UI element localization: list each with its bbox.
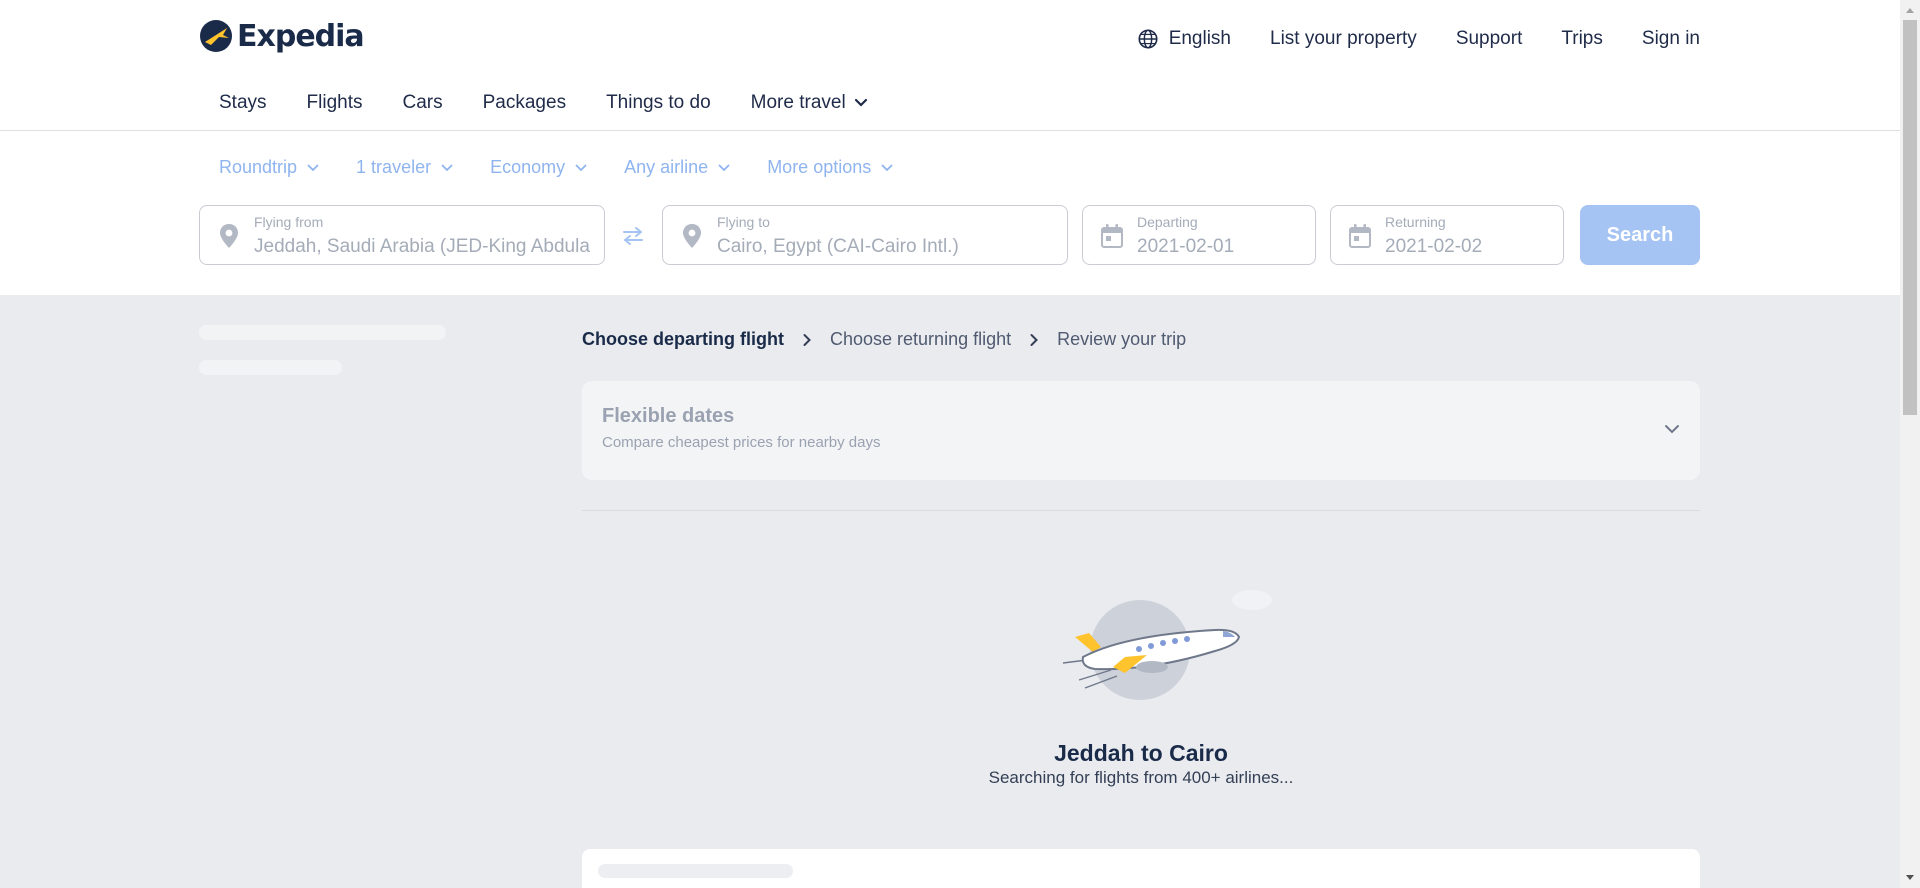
more-options-label: More options bbox=[767, 157, 872, 177]
flying-to-label: Flying to bbox=[717, 214, 770, 230]
site-header: Expedia English List your property Suppo… bbox=[0, 0, 1900, 131]
booking-steps-breadcrumb: Choose departing flight Choose returning… bbox=[582, 329, 1186, 350]
flying-from-field[interactable]: Flying from Jeddah, Saudi Arabia (JED-Ki… bbox=[199, 205, 605, 265]
trip-type-label: Roundtrip bbox=[219, 157, 298, 177]
chevron-right-icon bbox=[1030, 333, 1039, 346]
returning-date-field[interactable]: Returning 2021-02-02 bbox=[1330, 205, 1564, 265]
departing-date-field[interactable]: Departing 2021-02-01 bbox=[1082, 205, 1316, 265]
breadcrumb-step-review: Review your trip bbox=[1057, 329, 1187, 349]
chevron-down-icon bbox=[575, 164, 587, 171]
result-card-skeleton bbox=[582, 849, 1700, 888]
trip-type-dropdown[interactable]: Roundtrip bbox=[219, 157, 319, 178]
more-options-dropdown[interactable]: More options bbox=[767, 157, 893, 178]
airplane-illustration bbox=[1062, 590, 1272, 700]
flying-from-label: Flying from bbox=[254, 214, 324, 230]
skeleton-line bbox=[598, 864, 793, 878]
nav-packages[interactable]: Packages bbox=[483, 92, 566, 114]
main-nav: Stays Flights Cars Packages Things to do… bbox=[219, 92, 868, 114]
top-links: English List your property Support Trips… bbox=[1137, 28, 1700, 50]
swap-arrows-icon[interactable] bbox=[621, 227, 645, 245]
chevron-down-icon bbox=[718, 164, 730, 171]
airline-dropdown[interactable]: Any airline bbox=[624, 157, 730, 178]
flexible-dates-title: Flexible dates bbox=[602, 405, 735, 427]
globe-icon bbox=[1138, 29, 1158, 49]
expedia-logo-icon bbox=[200, 20, 232, 52]
chevron-down-icon bbox=[307, 164, 319, 171]
scroll-up-arrow-icon[interactable] bbox=[1905, 6, 1915, 14]
cabin-class-dropdown[interactable]: Economy bbox=[490, 157, 587, 178]
support-link[interactable]: Support bbox=[1456, 28, 1523, 50]
chevron-right-icon bbox=[803, 333, 811, 346]
travelers-label: 1 traveler bbox=[356, 157, 432, 177]
flying-to-field[interactable]: Flying to Cairo, Egypt (CAI-Cairo Intl.) bbox=[662, 205, 1068, 265]
flexible-dates-subtitle: Compare cheapest prices for nearby days bbox=[602, 434, 881, 451]
calendar-icon bbox=[1101, 224, 1123, 248]
route-title: Jeddah to Cairo bbox=[1054, 740, 1228, 766]
chevron-down-icon bbox=[881, 164, 893, 171]
nav-flights[interactable]: Flights bbox=[307, 92, 363, 114]
logo-text: Expedia bbox=[237, 18, 365, 54]
nav-things-to-do[interactable]: Things to do bbox=[606, 92, 711, 114]
sidebar-skeleton-line bbox=[199, 360, 342, 375]
calendar-icon bbox=[1349, 224, 1371, 248]
searching-message: Searching for flights from 400+ airlines… bbox=[988, 768, 1294, 787]
list-property-link[interactable]: List your property bbox=[1270, 28, 1417, 50]
trips-link[interactable]: Trips bbox=[1561, 28, 1603, 50]
scroll-down-arrow-icon[interactable] bbox=[1905, 874, 1915, 882]
flight-search-panel: Roundtrip 1 traveler Economy Any airline… bbox=[0, 131, 1900, 295]
breadcrumb-step-departing: Choose departing flight bbox=[582, 329, 784, 349]
nav-stays[interactable]: Stays bbox=[219, 92, 267, 114]
scrollbar-thumb[interactable] bbox=[1903, 20, 1917, 415]
map-pin-icon bbox=[220, 224, 238, 248]
travelers-dropdown[interactable]: 1 traveler bbox=[356, 157, 453, 178]
expedia-logo[interactable]: Expedia bbox=[199, 18, 365, 54]
chevron-down-icon[interactable] bbox=[1664, 424, 1680, 434]
breadcrumb-step-returning: Choose returning flight bbox=[830, 329, 1012, 349]
chevron-down-icon bbox=[441, 164, 453, 171]
search-filters: Roundtrip 1 traveler Economy Any airline… bbox=[219, 157, 893, 178]
section-divider bbox=[582, 510, 1700, 511]
language-selector[interactable]: English bbox=[1137, 28, 1231, 50]
map-pin-icon bbox=[683, 224, 701, 248]
flexible-dates-card[interactable]: Flexible dates Compare cheapest prices f… bbox=[582, 381, 1700, 480]
sign-in-link[interactable]: Sign in bbox=[1642, 28, 1700, 50]
cabin-class-label: Economy bbox=[490, 157, 566, 177]
departing-label: Departing bbox=[1137, 214, 1198, 230]
sidebar-skeleton-line bbox=[199, 325, 446, 340]
page-scrollbar[interactable] bbox=[1900, 0, 1920, 888]
nav-more-travel[interactable]: More travel bbox=[751, 92, 868, 114]
airline-label: Any airline bbox=[624, 157, 709, 177]
returning-label: Returning bbox=[1385, 214, 1446, 230]
nav-cars[interactable]: Cars bbox=[403, 92, 443, 114]
departing-value: 2021-02-01 bbox=[1137, 236, 1235, 257]
chevron-down-icon bbox=[854, 98, 867, 107]
flying-to-value: Cairo, Egypt (CAI-Cairo Intl.) bbox=[717, 236, 959, 257]
language-label: English bbox=[1168, 28, 1232, 49]
more-travel-label: More travel bbox=[750, 92, 846, 113]
flying-from-value: Jeddah, Saudi Arabia (JED-King Abdulaziz… bbox=[254, 236, 590, 257]
search-button[interactable]: Search bbox=[1580, 205, 1700, 265]
returning-value: 2021-02-02 bbox=[1385, 236, 1483, 257]
